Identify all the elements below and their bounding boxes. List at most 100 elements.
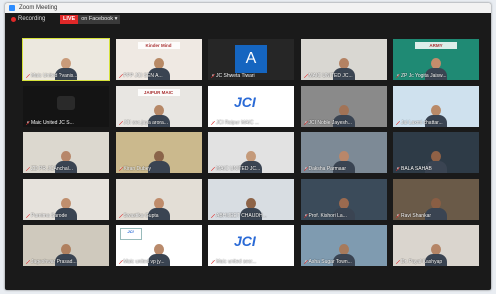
muted-mic-icon xyxy=(118,73,123,79)
participant-name-label: Prof. Kishori La... xyxy=(308,212,347,219)
participant-tile[interactable]: A JC Shweta Tiwari xyxy=(208,39,294,80)
participant-name: Kiran Dubey xyxy=(118,166,151,172)
participant-name-label: JC Shweta Tiwari xyxy=(216,73,255,79)
participant-name: BALA SAHAB xyxy=(395,166,432,172)
jci-logo: JCI xyxy=(119,228,142,240)
participant-tile[interactable]: BALA SAHAB xyxy=(393,132,479,173)
window-title: Zoom Meeting xyxy=(19,5,58,11)
participant-tile[interactable]: MAIC UNITED JC... xyxy=(208,132,294,173)
muted-mic-icon xyxy=(210,259,216,265)
participant-name-label: Maic united vp jy... xyxy=(123,259,165,265)
muted-mic-icon xyxy=(210,213,216,218)
participant-name: MAIC UNITED JC... xyxy=(303,73,353,79)
participant-name-label: Daksha Parmaar xyxy=(308,166,347,172)
participant-tile[interactable]: Dr. Payal Kashyap xyxy=(393,225,479,266)
participant-tile[interactable]: Purnima Sarode xyxy=(23,178,109,220)
title-bar: Zoom Meeting xyxy=(5,3,491,13)
participant-tile[interactable]: ZD PR JCAnchal... xyxy=(23,132,109,173)
participant-tile[interactable]: Kiran Dubey xyxy=(115,132,202,173)
participant-tile[interactable]: Maic United ?vanis... xyxy=(22,38,110,81)
background-banner: ARMY xyxy=(415,42,457,49)
participant-name-label: Purnima Sarode xyxy=(31,212,68,219)
participant-name-label: JCI Raipur MAIC ... xyxy=(216,119,260,126)
muted-mic-icon xyxy=(118,213,123,218)
participant-tile[interactable]: Prof. Kishori La... xyxy=(300,178,387,220)
participant-name-label: ABHIJEET CHAUDH... xyxy=(216,212,267,219)
live-destination: on Facebook ▾ xyxy=(78,15,121,24)
jci-logo: JCI xyxy=(234,233,256,249)
muted-mic-icon xyxy=(395,213,401,218)
participant-tile[interactable]: Jai Laxmi chattar... xyxy=(393,85,479,127)
participant-tile[interactable]: Asha Sugar Town... xyxy=(300,225,387,266)
zoom-app-icon xyxy=(9,5,15,11)
participant-name: ZD PR JCAnchal... xyxy=(25,166,73,172)
muted-mic-icon xyxy=(303,120,308,125)
participant-name-label: Dr. Payal Kashyap xyxy=(401,259,443,265)
participant-tile[interactable]: JCI JCI Raipur MAIC ... xyxy=(208,85,294,127)
record-icon xyxy=(11,16,16,22)
muted-mic-icon xyxy=(25,166,31,172)
participant-name-label: Maic united secr... xyxy=(216,259,257,265)
muted-mic-icon xyxy=(25,259,31,265)
participant-name: Daksha Parmaar xyxy=(303,166,347,172)
muted-mic-icon xyxy=(303,259,308,265)
muted-mic-icon xyxy=(210,73,216,79)
muted-mic-icon xyxy=(25,120,31,125)
muted-mic-icon xyxy=(303,73,308,79)
participant-name-label: PPP JCI SEN A... xyxy=(123,73,163,79)
participant-name: Jageshwar Prasad... xyxy=(25,259,77,265)
participant-tile[interactable]: Daksha Parmaar xyxy=(300,132,387,173)
participant-name-label: Jai Laxmi chattar... xyxy=(401,119,443,126)
participant-tile[interactable]: MAIC UNITED JC... xyxy=(300,39,387,80)
background-banner: JAIPUR MAIC xyxy=(137,88,180,96)
participant-tile[interactable]: JCI Noble Jayesh... xyxy=(300,85,387,127)
muted-mic-icon xyxy=(303,213,308,218)
muted-mic-icon xyxy=(395,73,401,79)
muted-mic-icon xyxy=(210,166,216,172)
muted-mic-icon xyxy=(118,120,123,125)
participant-name-label: Ravi Shankar xyxy=(401,212,432,219)
participant-tile[interactable]: ABHIJEET CHAUDH... xyxy=(208,178,294,220)
participant-name-label: MAIC UNITED JC... xyxy=(216,166,261,172)
participant-tile[interactable]: JAIPUR MAIC JCI sec.jaya arora... xyxy=(115,85,202,127)
participant-name: ZP Jc Yogita Jaisw... xyxy=(395,73,447,79)
participant-name: JCI Noble Jayesh... xyxy=(303,119,352,126)
participant-name-label: Maic United JC S... xyxy=(31,119,74,126)
video-off-placeholder xyxy=(57,95,75,110)
profile-avatar: A xyxy=(235,45,267,73)
participant-tile[interactable]: Ravi Shankar xyxy=(393,178,479,220)
muted-mic-icon xyxy=(303,166,308,172)
participant-name-label: Asha Sugar Town... xyxy=(308,259,352,265)
participant-tile[interactable]: Kinder Mind PPP JCI SEN A... xyxy=(115,39,202,80)
participant-name: Ravi Shankar xyxy=(395,212,432,219)
participant-tile[interactable]: Jageshwar Prasad... xyxy=(23,225,109,266)
participant-name: Maic United ?vanis... xyxy=(25,73,78,79)
participant-name-label: JCI sec.jaya arora... xyxy=(123,119,168,126)
participant-name-label: MAIC UNITED JC... xyxy=(308,73,353,79)
muted-mic-icon xyxy=(210,120,216,125)
participant-name: Prof. Kishori La... xyxy=(303,212,347,219)
muted-mic-icon xyxy=(25,213,31,218)
muted-mic-icon xyxy=(25,73,31,79)
meeting-status-bar: Recording LIVE on Facebook ▾ xyxy=(5,13,491,27)
participant-name-label: JCI Noble Jayesh... xyxy=(308,119,352,126)
zoom-window: Zoom Meeting Recording LIVE on Facebook … xyxy=(5,3,491,290)
muted-mic-icon xyxy=(395,120,401,125)
participant-tile[interactable]: ARMY ZP Jc Yogita Jaisw... xyxy=(393,39,479,80)
participant-tile[interactable]: JCI Maic united secr... xyxy=(208,225,294,266)
participant-name-label: Maic United ?vanis... xyxy=(31,73,78,79)
muted-mic-icon xyxy=(118,166,123,172)
participant-name-label: Swastika Gupta xyxy=(123,212,159,219)
recording-indicator[interactable]: Recording xyxy=(11,16,45,22)
participant-name-label: Jageshwar Prasad... xyxy=(31,259,77,265)
participant-name-label: BALA SAHAB xyxy=(401,166,432,172)
participant-name: JCI sec.jaya arora... xyxy=(118,119,168,126)
live-badge: LIVE xyxy=(60,15,79,24)
live-stream-indicator[interactable]: LIVE on Facebook ▾ xyxy=(60,15,121,24)
participant-tile[interactable]: Swastika Gupta xyxy=(115,178,202,220)
participant-tile[interactable]: JCI Maic united vp jy... xyxy=(115,225,202,266)
participant-tile[interactable]: Maic United JC S... xyxy=(23,85,109,127)
participant-name: Swastika Gupta xyxy=(118,212,159,219)
participant-name: Maic united vp jy... xyxy=(118,259,165,265)
participant-name: PPP JCI SEN A... xyxy=(118,73,163,79)
